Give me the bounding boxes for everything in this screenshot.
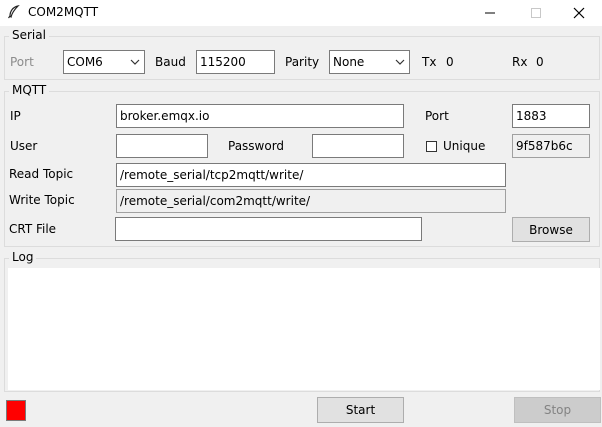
user-input[interactable]: [116, 134, 208, 158]
password-input[interactable]: [312, 134, 404, 158]
crt-file-label: CRT File: [9, 222, 57, 236]
unique-checkbox[interactable]: [426, 141, 437, 152]
serial-group-label: Serial: [9, 28, 49, 42]
read-topic-input[interactable]: /remote_serial/tcp2mqtt/write/: [116, 163, 506, 187]
rx-count: 0: [536, 55, 544, 69]
close-icon: [573, 7, 585, 19]
maximize-button[interactable]: [513, 0, 559, 26]
parity-label: Parity: [285, 55, 320, 69]
baud-label: Baud: [155, 55, 186, 69]
serial-port-value: COM6: [67, 55, 103, 69]
password-label: Password: [228, 139, 285, 153]
stop-button[interactable]: Stop: [514, 397, 601, 423]
status-indicator: [6, 400, 26, 421]
serial-port-label: Port: [10, 55, 34, 69]
ip-label: IP: [10, 109, 21, 123]
parity-value: None: [333, 55, 365, 69]
start-button[interactable]: Start: [317, 397, 404, 423]
parity-select[interactable]: None: [329, 50, 410, 74]
unique-label: Unique: [443, 139, 486, 153]
client-id-field: 9f587b6c: [512, 134, 590, 158]
log-textarea[interactable]: [8, 268, 600, 390]
maximize-icon: [531, 8, 541, 18]
mqtt-port-input[interactable]: 1883: [512, 104, 590, 128]
serial-port-select[interactable]: COM6: [63, 50, 145, 74]
start-button-label: Start: [345, 403, 376, 417]
rx-label: Rx: [512, 55, 528, 69]
tx-count: 0: [446, 55, 454, 69]
crt-file-input[interactable]: [115, 217, 422, 241]
chevron-down-icon: [130, 59, 140, 65]
log-group-label: Log: [9, 250, 37, 264]
close-button[interactable]: [556, 0, 602, 26]
write-topic-label: Write Topic: [9, 193, 75, 207]
tx-label: Tx: [422, 55, 437, 69]
window-title: COM2MQTT: [28, 5, 99, 19]
mqtt-port-label: Port: [425, 109, 449, 123]
mqtt-group-label: MQTT: [9, 83, 50, 97]
write-topic-input[interactable]: /remote_serial/com2mqtt/write/: [116, 189, 506, 213]
minimize-icon: [485, 12, 495, 14]
chevron-down-icon: [395, 59, 405, 65]
user-label: User: [10, 139, 38, 153]
browse-button[interactable]: Browse: [512, 217, 590, 242]
feather-icon: [7, 5, 21, 19]
baud-input[interactable]: 115200: [196, 50, 275, 74]
read-topic-label: Read Topic: [9, 167, 74, 181]
ip-input[interactable]: broker.emqx.io: [116, 104, 404, 128]
stop-button-label: Stop: [543, 403, 572, 417]
browse-button-label: Browse: [529, 222, 573, 237]
minimize-button[interactable]: [467, 0, 513, 26]
